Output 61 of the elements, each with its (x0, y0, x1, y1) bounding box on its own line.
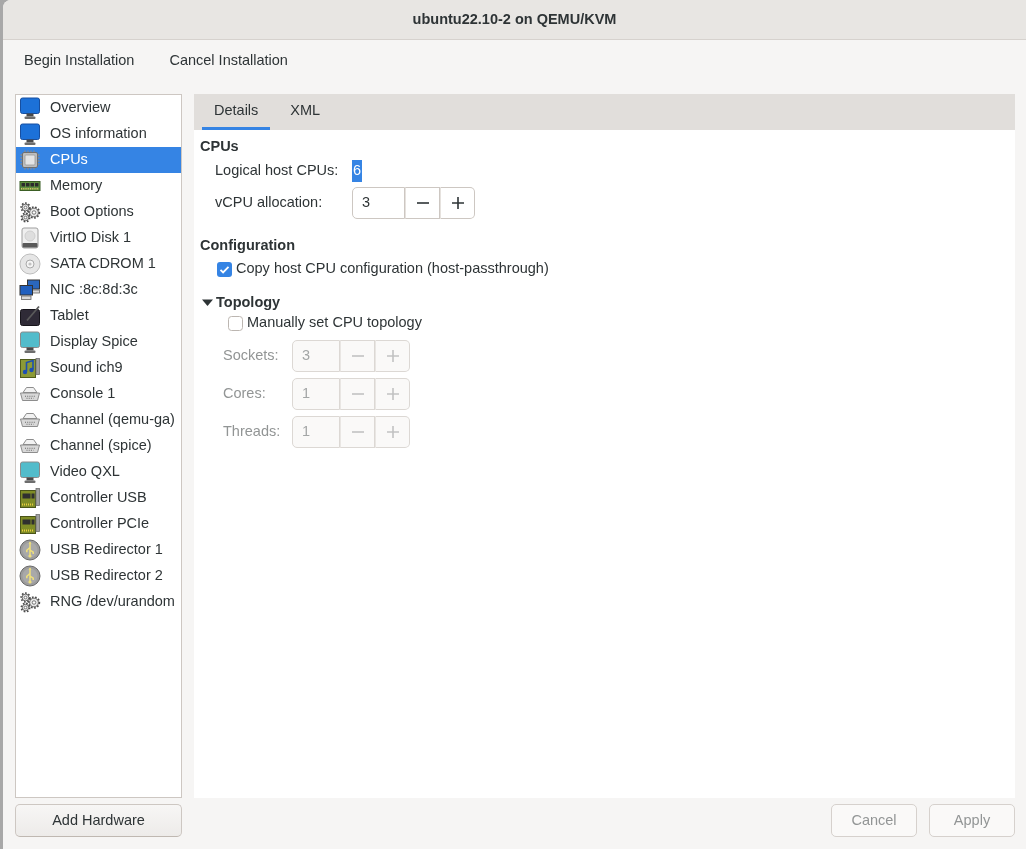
sidebar-item[interactable]: NIC :8c:8d:3c (16, 277, 181, 303)
monitor-icon (19, 97, 41, 119)
field-label: Sockets: (223, 347, 279, 364)
monitor-icon (19, 331, 41, 353)
checkbox[interactable] (217, 261, 232, 277)
sidebar-item[interactable]: SATA CDROM 1 (16, 251, 181, 277)
checkbox-label[interactable]: Manually set CPU topology (247, 312, 422, 334)
sidebar-item[interactable]: Memory (16, 173, 181, 199)
checkbox-label[interactable]: Copy host CPU configuration (host-passthrough) (236, 258, 549, 280)
tab[interactable]: XML (278, 94, 333, 130)
sidebar-item[interactable]: Controller USB (16, 485, 181, 511)
section-heading: CPUs (200, 137, 239, 156)
expansion-card-icon (19, 487, 41, 509)
sidebar-item[interactable]: Sound ich9 (16, 355, 181, 381)
sidebar-item[interactable]: Console 1 (16, 381, 181, 407)
sidebar-item[interactable]: Controller PCIe (16, 511, 181, 537)
sidebar-item[interactable]: Video QXL (16, 459, 181, 485)
sidebar-item[interactable]: RNG /dev/urandom (16, 589, 181, 615)
field-label: Threads: (223, 423, 281, 440)
sidebar-item[interactable]: Overview (16, 95, 181, 121)
plus-icon (385, 425, 400, 439)
add-hardware-button[interactable]: Add Hardware (15, 804, 182, 837)
sidebar-item[interactable]: Channel (spice) (16, 433, 181, 459)
menu-item[interactable]: Begin Installation (24, 50, 135, 72)
plus-icon (385, 387, 400, 401)
value-text: 6 (352, 160, 363, 182)
disc-icon (19, 253, 41, 275)
tablet-icon (19, 305, 41, 327)
chip-icon (19, 149, 41, 171)
computers-icon (19, 279, 41, 301)
sidebar-item[interactable]: Display Spice (16, 329, 181, 355)
sidebar-item[interactable]: Tablet (16, 303, 181, 329)
menu-item[interactable]: Cancel Installation (169, 50, 288, 72)
monitor-icon (19, 461, 41, 483)
field-label: vCPU allocation: (215, 194, 323, 211)
monitor-icon (19, 123, 41, 145)
number-field[interactable]: 3 (352, 187, 405, 219)
usb-icon (19, 565, 41, 587)
sidebar-item[interactable]: Channel (qemu-ga) (16, 407, 181, 433)
plus-icon (450, 196, 465, 210)
sidebar-item[interactable]: OS information (16, 121, 181, 147)
field-label: Cores: (223, 385, 266, 402)
sidebar-item[interactable]: USB Redirector 2 (16, 563, 181, 589)
gears-icon (19, 201, 41, 223)
field-label: Logical host CPUs: (215, 162, 339, 179)
sidebar-item[interactable]: USB Redirector 1 (16, 537, 181, 563)
sidebar-item[interactable]: Boot Options (16, 199, 181, 225)
window-title: ubuntu22.10-2 on QEMU/KVM (412, 9, 617, 29)
sidebar-item[interactable]: VirtIO Disk 1 (16, 225, 181, 251)
section-heading: Configuration (200, 236, 296, 255)
gears-icon (19, 591, 41, 613)
increment-button[interactable] (440, 187, 475, 219)
plus-icon (385, 349, 400, 363)
expansion-card-icon (19, 513, 41, 535)
checkbox[interactable] (228, 315, 243, 331)
topology-expander[interactable]: Topology (200, 292, 281, 312)
tab[interactable]: Details (202, 94, 271, 130)
decrement-button[interactable] (405, 187, 440, 219)
sidebar-item[interactable]: CPUs (16, 147, 181, 173)
sound-card-icon (19, 357, 41, 379)
usb-icon (19, 539, 41, 561)
